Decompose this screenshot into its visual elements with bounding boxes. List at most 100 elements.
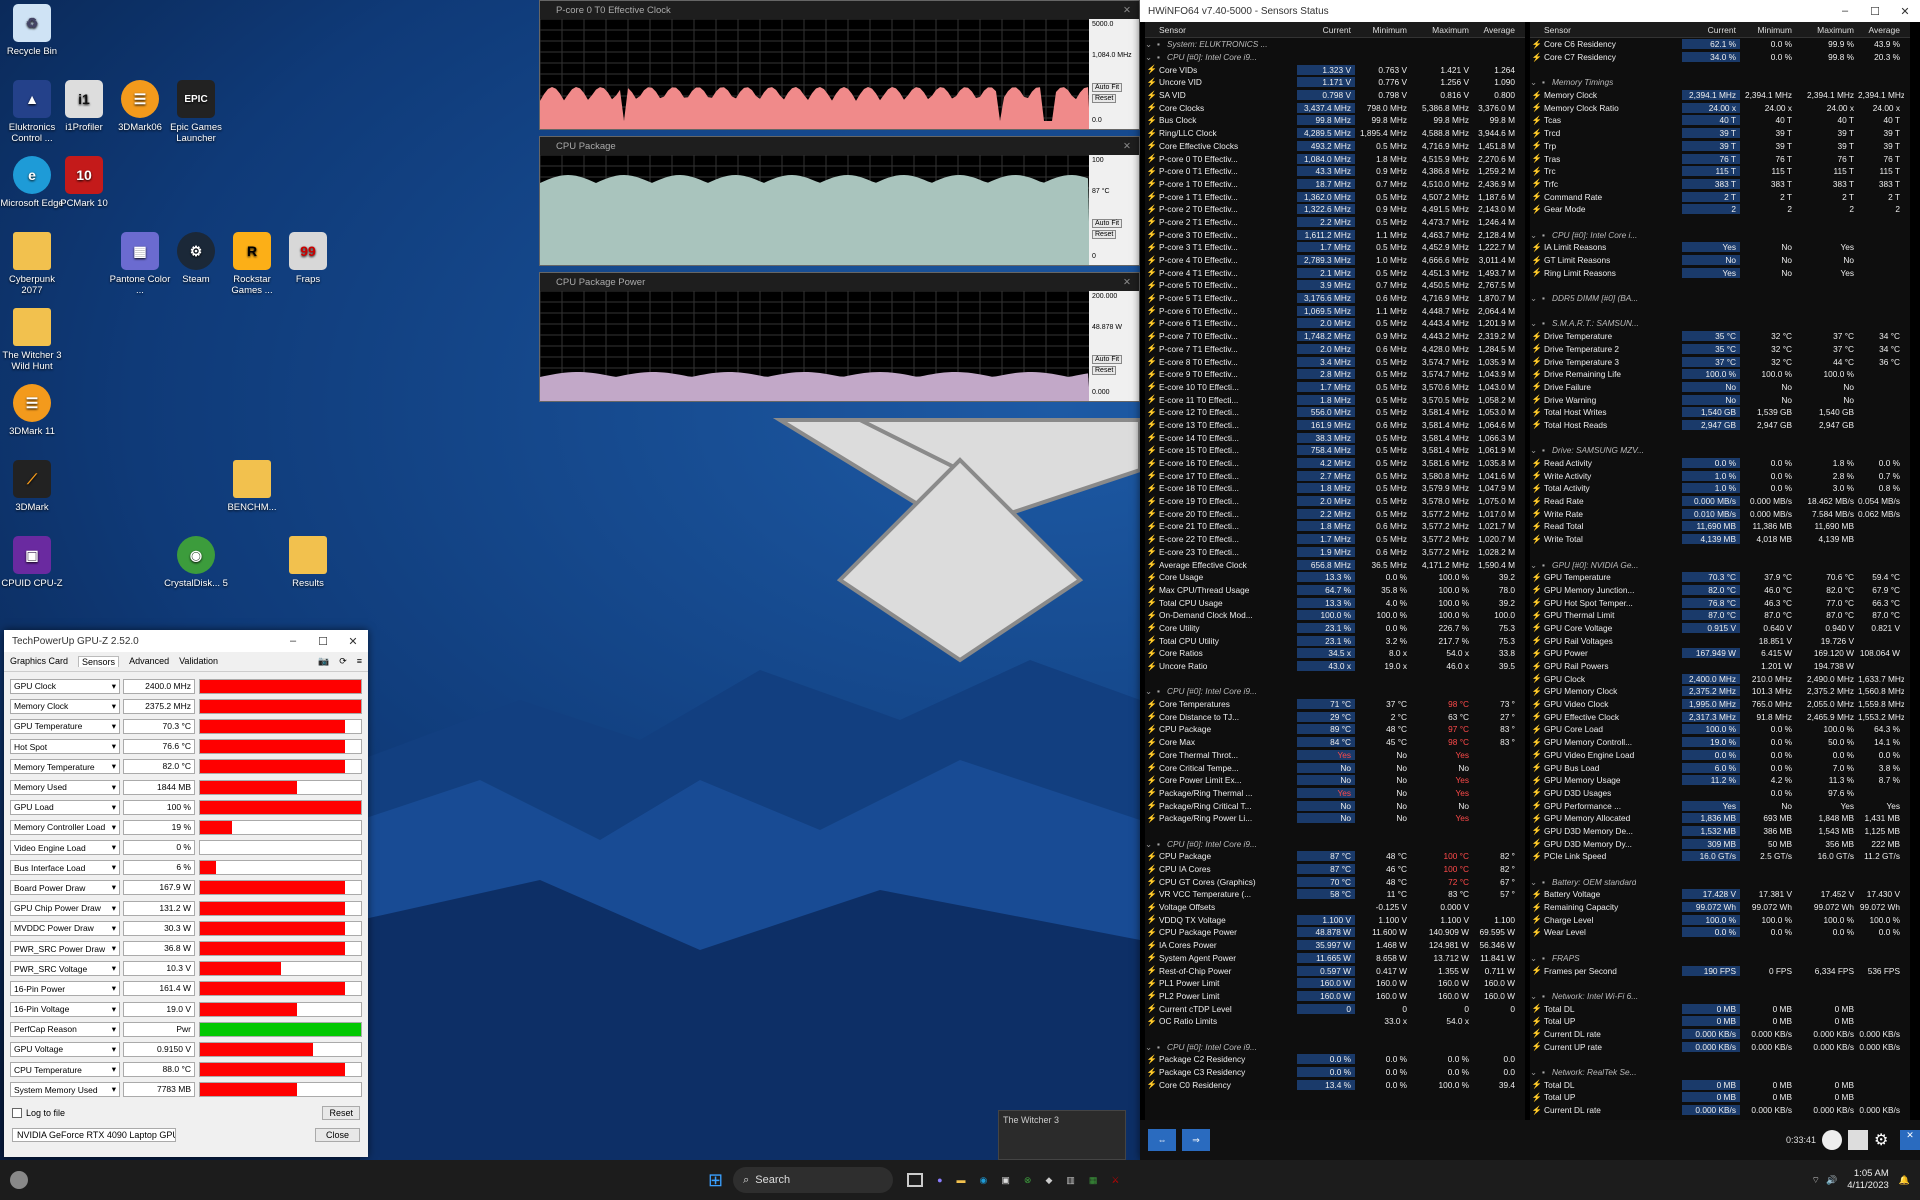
sensor-row[interactable]: ⚡ Core Clocks 3,437.4 MHz 798.0 MHz 5,386.8 … [1145, 101, 1525, 114]
sensor-row[interactable]: ⚡ Average Effective Clock 656.8 MHz 36.5 MH… [1145, 558, 1525, 571]
sensor-row[interactable]: ⚡ Ring/LLC Clock 4,289.5 MHz 1,895.4 MHz 4,5… [1145, 127, 1525, 140]
sensor-row[interactable]: ⚡ P-core 0 T1 Effectiv... 43.3 MHz 0.9 MHz 4… [1145, 165, 1525, 178]
close-icon[interactable]: ✕ [1123, 5, 1131, 16]
sensor-row[interactable]: ⚡ Current DL rate 0.000 KB/s 0.000 KB/s 0.00… [1530, 1104, 1910, 1117]
column-header[interactable]: Sensor [1530, 25, 1682, 35]
menu-icon[interactable]: ≡ [357, 656, 362, 667]
sensor-row[interactable]: ⚡ CPU Package Power 48.878 W 11.600 W 140.90… [1145, 926, 1525, 939]
sensor-row[interactable]: ⚡ Package/Ring Power Li... No No Yes [1145, 812, 1525, 825]
sensor-row[interactable]: ⚡ P-core 5 T1 Effectiv... 3,176.6 MHz 0.6 M… [1145, 292, 1525, 305]
3dmark11-shortcut[interactable]: ☰ 3DMark 11 [0, 384, 64, 437]
sensor-row[interactable]: ⚡ Total CPU Utility 23.1 % 3.2 % 217.7 % 75.3 [1145, 634, 1525, 647]
sensor-row[interactable]: ⚡ GPU Rail Powers 1.201 W 194.738 W [1530, 660, 1910, 673]
sensor-row[interactable]: ⚡ Package/Ring Thermal ... Yes No Yes [1145, 787, 1525, 800]
collapse-icon[interactable]: ⌄ [1530, 77, 1542, 87]
sensor-row[interactable]: ⚡ Remaining Capacity 99.072 Wh 99.072 Wh 99.… [1530, 901, 1910, 914]
sensor-group-header[interactable]: ⌄ ▪ DDR5 DIMM [#0] (BA... [1530, 292, 1910, 305]
sensor-row[interactable]: ⚡ Core Effective Clocks 493.2 MHz 0.5 MHz 4,… [1145, 140, 1525, 153]
minimize-button[interactable]: – [1830, 5, 1860, 17]
sensor-row[interactable]: ⚡ P-core 5 T0 Effectiv... 3.9 MHz 0.7 MHz 4,… [1145, 279, 1525, 292]
sensor-name-select[interactable]: GPU Voltage ▾ [10, 1041, 120, 1057]
collapse-icon[interactable]: ⌄ [1530, 560, 1542, 570]
sensor-row[interactable]: ⚡ CPU GT Cores (Graphics) 70 °C 48 °C 72 °C 6… [1145, 875, 1525, 888]
sensor-row[interactable]: ⚡ Memory Clock Ratio 24.00 x 24.00 x 24.00 x… [1530, 101, 1910, 114]
sensor-row[interactable]: ⚡ Core Thermal Throt... Yes No Yes [1145, 749, 1525, 762]
edge-taskbar-icon[interactable]: ◉ [980, 1175, 988, 1186]
sensor-row[interactable]: ⚡ GPU D3D Usages 0.0 % 97.6 % [1530, 787, 1910, 800]
sensor-row[interactable]: ⚡ Rest-of-Chip Power 0.597 W 0.417 W 1.355 W… [1145, 964, 1525, 977]
sensor-name-select[interactable]: Board Power Draw ▾ [10, 880, 120, 896]
sensor-row[interactable]: ⚡ Core Power Limit Ex... No No Yes [1145, 774, 1525, 787]
sensor-row[interactable]: ⚡ Write Total 4,139 MB 4,018 MB 4,139 MB [1530, 533, 1910, 546]
sensor-row[interactable]: ⚡ Trfc 383 T 383 T 383 T 383 T [1530, 178, 1910, 191]
column-header[interactable]: Current [1682, 25, 1740, 35]
witcher-taskbar-icon[interactable]: ⚔ [1111, 1175, 1119, 1186]
xbox-icon[interactable]: ⊗ [1024, 1175, 1032, 1186]
sensor-row[interactable]: ⚡ Current DL rate 0.000 KB/s 0.000 KB/s 0.00… [1530, 1028, 1910, 1041]
sensor-row[interactable]: ⚡ GPU Video Clock 1,995.0 MHz 765.0 MHz 2,05… [1530, 698, 1910, 711]
sensor-row[interactable]: ⚡ GPU Memory Usage 11.2 % 4.2 % 11.3 % 8.7 % [1530, 774, 1910, 787]
results-folder[interactable]: Results [276, 536, 340, 589]
close-button[interactable]: ✕ [338, 635, 368, 648]
sensor-row[interactable]: ⚡ P-core 4 T0 Effectiv... 2,789.3 MHz 1.0 M… [1145, 254, 1525, 267]
device-select[interactable]: NVIDIA GeForce RTX 4090 Laptop GPU [12, 1127, 176, 1142]
sensor-row[interactable]: ⚡ GPU D3D Memory De... 1,532 MB 386 MB 1,543… [1530, 825, 1910, 838]
sensor-name-select[interactable]: GPU Clock ▾ [10, 678, 120, 694]
recycle-bin-shortcut[interactable]: ♻ Recycle Bin [0, 4, 64, 57]
column-header[interactable]: Average [1473, 25, 1519, 35]
sensor-row[interactable]: ⚡ System Agent Power 11.665 W 8.658 W 13.712… [1145, 952, 1525, 965]
sensor-group-header[interactable]: ⌄ ▪ Network: RealTek Se... [1530, 1066, 1910, 1079]
gpuz-titlebar[interactable]: TechPowerUp GPU-Z 2.52.0 – ☐ ✕ [4, 630, 368, 652]
sensor-row[interactable]: ⚡ Core Temperatures 71 °C 37 °C 98 °C 73 ° [1145, 698, 1525, 711]
sensor-row[interactable]: ⚡ Charge Level 100.0 % 100.0 % 100.0 % 100.0 … [1530, 913, 1910, 926]
sensor-row[interactable]: ⚡ PL1 Power Limit 160.0 W 160.0 W 160.0 W 160… [1145, 977, 1525, 990]
pcmark-shortcut[interactable]: 10 PCMark 10 [52, 156, 116, 209]
sensor-row[interactable]: ⚡ Package/Ring Critical T... No No No [1145, 799, 1525, 812]
sensor-row[interactable]: ⚡ Current cTDP Level 0 0 0 0 [1145, 1002, 1525, 1015]
sensor-row[interactable]: ⚡ GPU Memory Junction... 82.0 °C 46.0 °C 82.… [1530, 584, 1910, 597]
report-icon[interactable] [1848, 1130, 1868, 1150]
column-header[interactable]: Minimum [1740, 25, 1796, 35]
sensor-row[interactable]: ⚡ GPU Rail Voltages 18.851 V 19.726 V [1530, 634, 1910, 647]
sensor-name-select[interactable]: Memory Clock ▾ [10, 698, 120, 714]
epic-games-shortcut[interactable]: EPIC Epic Games Launcher [164, 80, 228, 144]
collapse-icon[interactable]: ⌄ [1530, 991, 1542, 1001]
sensor-name-select[interactable]: PWR_SRC Voltage ▾ [10, 961, 120, 977]
sensor-row[interactable]: ⚡ E-core 9 T0 Effectiv... 2.8 MHz 0.5 MHz 3,… [1145, 368, 1525, 381]
3dmark-shortcut[interactable]: ⟋ 3DMark [0, 460, 64, 513]
sensor-row[interactable]: ⚡ Uncore Ratio 43.0 x 19.0 x 46.0 x 39.5 [1145, 660, 1525, 673]
sensor-row[interactable]: ⚡ E-core 12 T0 Effecti... 556.0 MHz 0.5 MHz… [1145, 406, 1525, 419]
sensor-row[interactable]: ⚡ Package C2 Residency 0.0 % 0.0 % 0.0 % 0.0 [1145, 1053, 1525, 1066]
sensor-row[interactable]: ⚡ P-core 7 T0 Effectiv... 1,748.2 MHz 0.9 M… [1145, 330, 1525, 343]
sensor-row[interactable]: ⚡ P-core 3 T1 Effectiv... 1.7 MHz 0.5 MHz 4,… [1145, 241, 1525, 254]
collapse-icon[interactable]: ⌄ [1530, 445, 1542, 455]
sensor-row[interactable]: ⚡ CPU Package 89 °C 48 °C 97 °C 83 ° [1145, 723, 1525, 736]
maximize-button[interactable]: ☐ [1860, 5, 1890, 18]
close-icon[interactable]: ✕ [1123, 141, 1131, 152]
crystaldisk-shortcut[interactable]: ◉ CrystalDisk... 5 [164, 536, 228, 589]
log-checkbox[interactable] [12, 1107, 22, 1118]
sensor-row[interactable]: ⚡ P-core 1 T1 Effectiv... 1,362.0 MHz 0.5 M… [1145, 190, 1525, 203]
sensor-group-header[interactable]: ⌄ ▪ FRAPS [1530, 952, 1910, 965]
sensor-row[interactable]: ⚡ Core Ratios 34.5 x 8.0 x 54.0 x 33.8 [1145, 647, 1525, 660]
hwinfo-sensors-taskbar-icon[interactable]: ▥ [1066, 1175, 1075, 1186]
sensor-name-select[interactable]: Video Engine Load ▾ [10, 840, 120, 856]
collapse-icon[interactable]: ⌄ [1530, 318, 1542, 328]
sensor-row[interactable]: ⚡ E-core 13 T0 Effecti... 161.9 MHz 0.6 MHz… [1145, 419, 1525, 432]
sensor-row[interactable]: ⚡ Max CPU/Thread Usage 64.7 % 35.8 % 100.0 %… [1145, 584, 1525, 597]
sensor-row[interactable]: ⚡ GT Limit Reasons No No No [1530, 254, 1910, 267]
witcher-preview-thumbnail[interactable]: The Witcher 3 [998, 1110, 1126, 1160]
sensor-row[interactable]: ⚡ Core Usage 13.3 % 0.0 % 100.0 % 39.2 [1145, 571, 1525, 584]
sensor-row[interactable]: ⚡ Drive Remaining Life 100.0 % 100.0 % 100.0… [1530, 368, 1910, 381]
sensor-row[interactable]: ⚡ GPU Temperature 70.3 °C 37.9 °C 70.6 °C 59.… [1530, 571, 1910, 584]
tab-graphics-card[interactable]: Graphics Card [10, 656, 68, 667]
sensor-row[interactable]: ⚡ Tcas 40 T 40 T 40 T 40 T [1530, 114, 1910, 127]
sensor-row[interactable]: ⚡ Drive Temperature 3 37 °C 32 °C 44 °C 36 °C [1530, 355, 1910, 368]
sensor-row[interactable]: ⚡ VR VCC Temperature (... 58 °C 11 °C 83 °C 5… [1145, 888, 1525, 901]
collapse-icon[interactable]: ⌄ [1530, 953, 1542, 963]
maximize-button[interactable]: ☐ [308, 635, 338, 648]
sensor-row[interactable]: ⚡ Gear Mode 2 2 2 2 [1530, 203, 1910, 216]
i1profiler-shortcut[interactable]: i1 i1Profiler [52, 80, 116, 133]
sensor-row[interactable]: ⚡ PL2 Power Limit 160.0 W 160.0 W 160.0 W 160… [1145, 990, 1525, 1003]
sensor-row[interactable]: ⚡ GPU Hot Spot Temper... 76.8 °C 46.3 °C 77.… [1530, 596, 1910, 609]
